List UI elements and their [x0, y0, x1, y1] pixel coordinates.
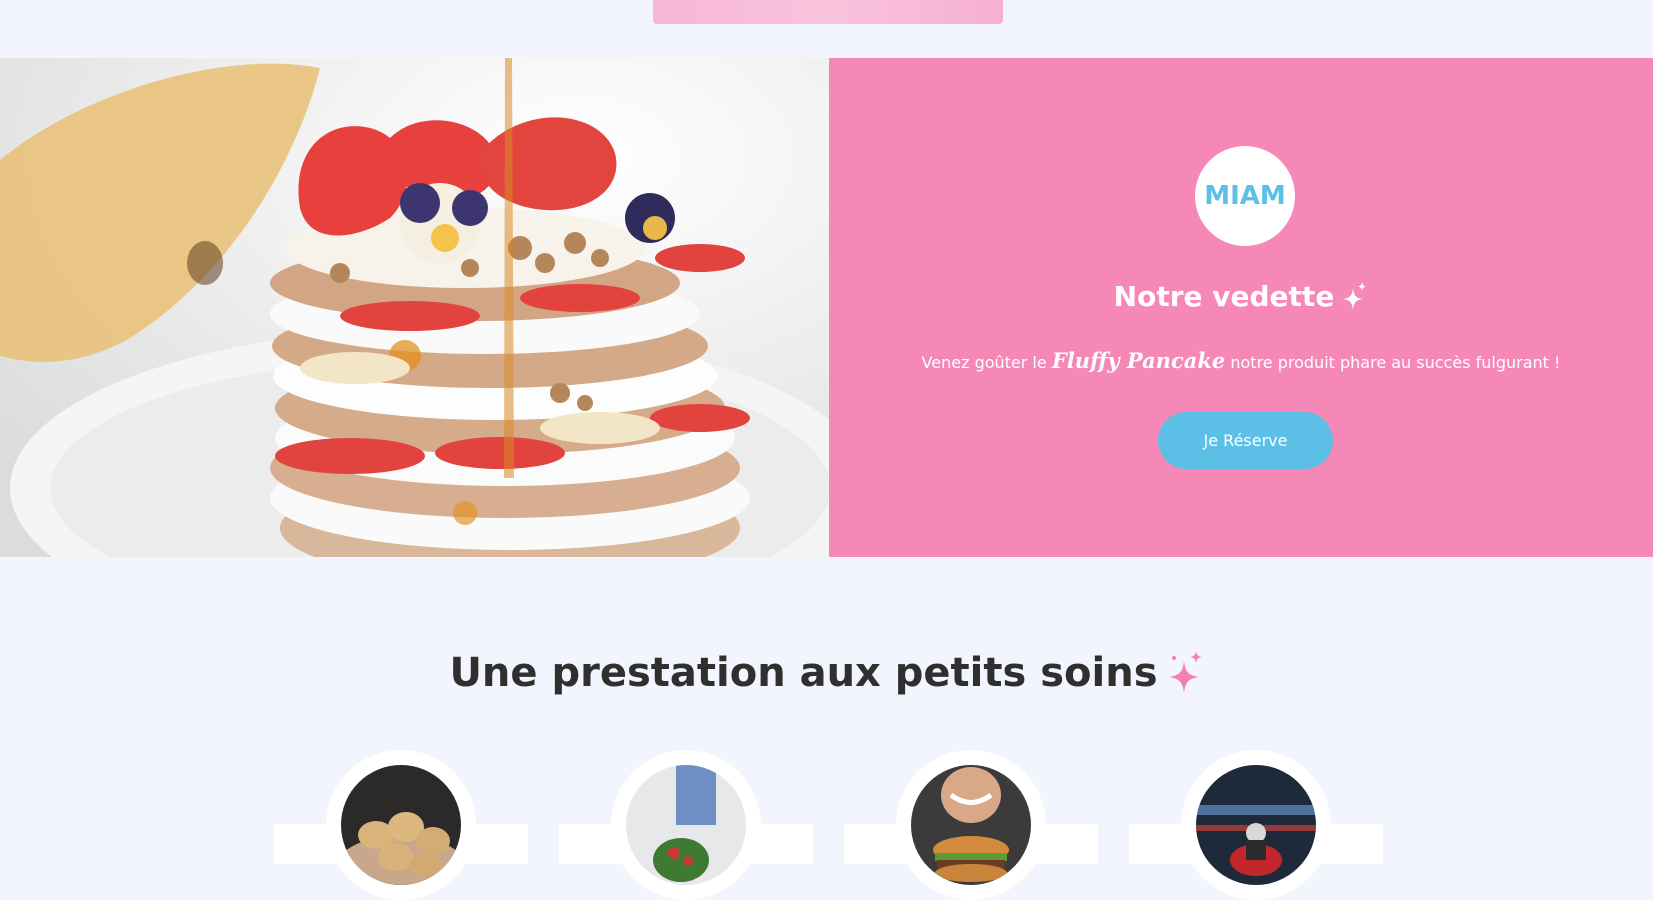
salad-photo [626, 765, 746, 885]
featured-panel: MIAM Notre vedette Venez goûter le Fluff… [829, 58, 1653, 557]
service-card-photo-frame [326, 750, 476, 900]
sparkle-icon [1343, 281, 1367, 310]
sparkle-icon [1168, 651, 1202, 693]
description-lead: Venez goûter le [921, 353, 1047, 372]
services-title-text: Une prestation aux petits soins [449, 650, 1158, 696]
featured-title-text: Notre vedette [1113, 280, 1335, 313]
description-tail: notre produit phare au succès fulgurant … [1230, 353, 1561, 372]
top-banner-strip [653, 0, 1003, 24]
burger-photo [911, 765, 1031, 885]
product-name: Fluffy Pancake [1051, 348, 1226, 373]
delivery-scooter-photo [1196, 765, 1316, 885]
featured-description: Venez goûter le Fluffy Pancake notre pro… [829, 348, 1653, 373]
reserve-button[interactable]: Je Réserve [1158, 412, 1333, 469]
pancake-illustration [0, 58, 829, 557]
potatoes-photo [341, 765, 461, 885]
miam-badge: MIAM [1195, 146, 1295, 246]
pancake-photo [0, 58, 829, 557]
featured-title: Notre vedette [829, 280, 1653, 313]
service-card-photo-frame [1181, 750, 1331, 900]
service-card-photo-frame [611, 750, 761, 900]
service-card-photo-frame [896, 750, 1046, 900]
services-cards [0, 750, 1653, 900]
services-title: Une prestation aux petits soins [0, 650, 1653, 696]
featured-section: MIAM Notre vedette Venez goûter le Fluff… [0, 58, 1653, 557]
